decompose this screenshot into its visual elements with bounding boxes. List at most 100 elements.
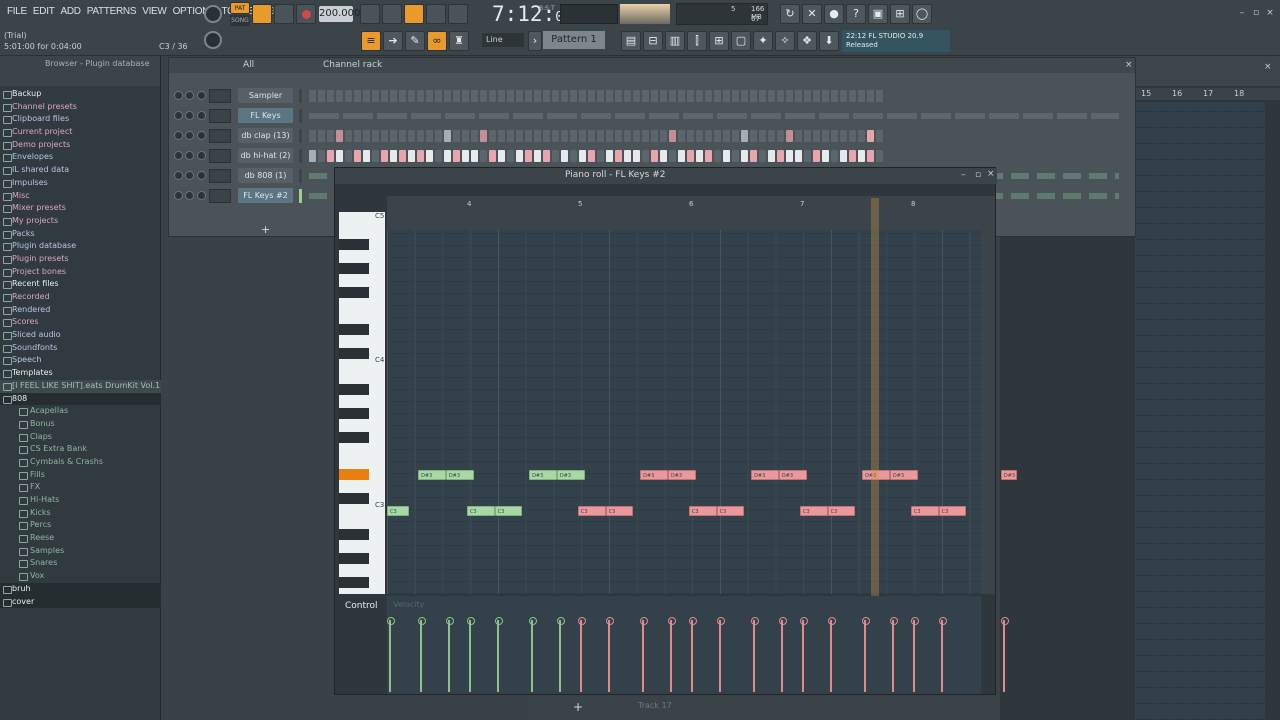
save-icon[interactable]: ▣ (868, 4, 888, 24)
step-button[interactable] (624, 90, 631, 102)
step-button[interactable] (570, 150, 577, 162)
step-button[interactable] (804, 150, 811, 162)
step-button[interactable] (732, 130, 739, 142)
undo-history-icon[interactable]: ↻ (780, 4, 800, 24)
browser-item[interactable]: Mixer presets (0, 202, 161, 215)
chat-icon[interactable]: ◯ (912, 4, 932, 24)
step-button[interactable] (417, 90, 424, 102)
mute-led-icon[interactable] (174, 151, 183, 160)
step-button[interactable] (435, 150, 442, 162)
black-key[interactable] (339, 324, 369, 335)
add-channel-button[interactable]: + (261, 223, 270, 236)
step-button[interactable] (795, 130, 802, 142)
step-button[interactable] (687, 90, 694, 102)
browser-item[interactable]: Misc (0, 190, 161, 203)
wait-input-button[interactable] (382, 4, 402, 24)
step-button[interactable] (723, 90, 730, 102)
step-button[interactable] (759, 90, 766, 102)
step-button[interactable] (741, 150, 748, 162)
channel-name-button[interactable]: db clap (13) (238, 128, 293, 143)
note[interactable]: C3 (387, 506, 410, 516)
browser-item[interactable]: Fills (0, 469, 161, 482)
step-button[interactable] (525, 150, 532, 162)
browser-item[interactable]: Percs (0, 519, 161, 532)
step-button[interactable] (471, 90, 478, 102)
step-button[interactable] (759, 150, 766, 162)
mixer-track-selector[interactable] (209, 189, 231, 203)
step-button[interactable] (462, 130, 469, 142)
step-button[interactable] (687, 130, 694, 142)
browser-item[interactable]: Speech (0, 354, 161, 367)
velocity-bar[interactable] (605, 617, 614, 692)
mixer-track-selector[interactable] (209, 169, 231, 183)
step-button[interactable] (525, 130, 532, 142)
velocity-bar[interactable] (387, 617, 395, 692)
mixer-track-selector[interactable] (209, 129, 231, 143)
step-button[interactable] (552, 150, 559, 162)
note[interactable]: D#3 (445, 470, 474, 480)
browser-item[interactable]: 808 (0, 392, 161, 406)
step-button[interactable] (525, 90, 532, 102)
velocity-bar[interactable] (466, 617, 475, 692)
velocity-lane[interactable]: Velocity (387, 596, 1009, 694)
step-button[interactable] (417, 130, 424, 142)
step-button[interactable] (615, 90, 622, 102)
step-button[interactable] (507, 150, 514, 162)
black-key[interactable] (339, 553, 369, 564)
browser-item[interactable]: cover (0, 595, 161, 609)
note[interactable]: D#3 (889, 470, 918, 480)
step-button[interactable] (498, 150, 505, 162)
browser-item[interactable]: Sliced audio (0, 329, 161, 342)
volume-knob-icon[interactable] (197, 191, 206, 200)
browser-view-icon[interactable]: ▤ (621, 31, 641, 51)
channel-filter[interactable]: All (243, 58, 254, 73)
step-button[interactable] (669, 90, 676, 102)
step-button[interactable] (426, 90, 433, 102)
browser-item[interactable]: Templates (0, 367, 161, 380)
channel-select-bar[interactable] (299, 149, 302, 163)
step-button[interactable] (597, 130, 604, 142)
step-button[interactable] (471, 150, 478, 162)
playlist-grid[interactable] (1135, 102, 1265, 720)
piano-keyboard[interactable]: C5 C4 C3 (339, 212, 385, 594)
step-button[interactable] (777, 130, 784, 142)
mixer-icon[interactable]: ✕ (802, 4, 822, 24)
microphone-icon[interactable]: ● (824, 4, 844, 24)
minimize-icon[interactable]: – (1237, 8, 1247, 18)
master-pitch-knob[interactable] (204, 31, 222, 49)
browser-item[interactable]: Soundfonts (0, 342, 161, 355)
step-button[interactable] (516, 90, 523, 102)
note[interactable]: C3 (605, 506, 634, 516)
step-button[interactable] (696, 130, 703, 142)
step-button[interactable] (660, 150, 667, 162)
countdown-button[interactable] (404, 4, 424, 24)
step-button[interactable] (876, 130, 883, 142)
step-button[interactable] (309, 150, 316, 162)
step-button[interactable] (327, 90, 334, 102)
step-button[interactable] (399, 90, 406, 102)
browser-item[interactable]: Plugin presets (0, 253, 161, 266)
pr-minimize-icon[interactable]: – (961, 170, 966, 180)
channel-name-button[interactable]: db 808 (1) (238, 168, 293, 183)
step-button[interactable] (561, 130, 568, 142)
note[interactable]: C3 (716, 506, 745, 516)
step-button[interactable] (795, 90, 802, 102)
step-button[interactable] (867, 150, 874, 162)
stop-button[interactable] (274, 4, 294, 24)
playlist-icon[interactable]: ⊟ (643, 31, 663, 51)
volume-knob-icon[interactable] (197, 131, 206, 140)
browser-item[interactable]: bruh (0, 582, 161, 596)
step-button[interactable] (327, 150, 334, 162)
note[interactable]: C3 (938, 506, 967, 516)
note[interactable]: D#3 (529, 470, 557, 480)
browser-item[interactable]: Envelopes (0, 151, 161, 164)
arrow-tool-icon[interactable]: ➔ (383, 31, 403, 51)
velocity-bar[interactable] (799, 617, 808, 692)
step-button[interactable] (372, 150, 379, 162)
mute-led-icon[interactable] (174, 191, 183, 200)
browser-item[interactable]: Hi-Hats (0, 494, 161, 507)
step-button[interactable] (489, 130, 496, 142)
step-button[interactable] (606, 90, 613, 102)
metronome-button[interactable] (360, 4, 380, 24)
step-button[interactable] (840, 130, 847, 142)
